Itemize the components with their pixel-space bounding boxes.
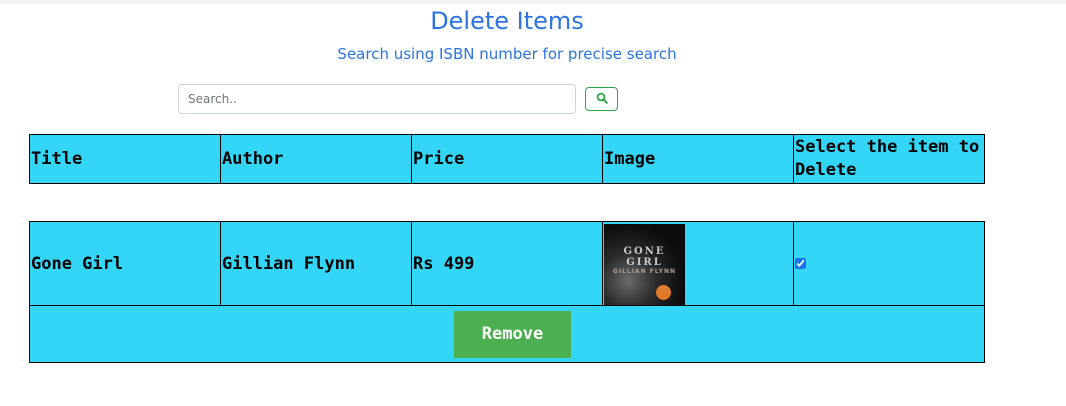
cover-title-line2: GIRL <box>626 256 663 268</box>
page-subtitle: Search using ISBN number for precise sea… <box>337 45 677 63</box>
cell-price: Rs 499 <box>411 221 603 306</box>
table-row: Gone Girl Gillian Flynn Rs 499 GONE GIRL… <box>29 221 985 306</box>
page-title: Delete Items <box>430 7 584 35</box>
column-header-select: Select the item to Delete <box>793 134 985 184</box>
delete-checkbox[interactable] <box>795 257 806 269</box>
cover-badge <box>656 284 671 300</box>
search-icon <box>596 92 608 107</box>
items-table: Gone Girl Gillian Flynn Rs 499 GONE GIRL… <box>29 221 985 363</box>
items-header-table: Title Author Price Image Select the item… <box>29 134 985 184</box>
search-input[interactable] <box>178 84 576 114</box>
action-row: Remove <box>29 305 985 363</box>
cover-title: GONE GIRL <box>604 246 685 268</box>
column-header-image: Image <box>602 134 794 184</box>
top-bar <box>0 0 1066 4</box>
header-row: Title Author Price Image Select the item… <box>29 134 985 184</box>
column-header-title: Title <box>29 134 221 184</box>
book-cover-image: GONE GIRL GILLIAN FLYNN <box>604 223 685 305</box>
column-header-price: Price <box>411 134 603 184</box>
remove-button[interactable]: Remove <box>454 310 571 358</box>
cover-title-line1: GONE <box>623 245 666 257</box>
search-button[interactable] <box>585 87 618 111</box>
cell-select <box>793 221 985 306</box>
cell-author: Gillian Flynn <box>220 221 412 306</box>
cell-image: GONE GIRL GILLIAN FLYNN <box>602 221 794 306</box>
action-cell: Remove <box>29 305 985 363</box>
cover-author: GILLIAN FLYNN <box>612 267 677 275</box>
column-header-author: Author <box>220 134 412 184</box>
cell-title: Gone Girl <box>29 221 221 306</box>
